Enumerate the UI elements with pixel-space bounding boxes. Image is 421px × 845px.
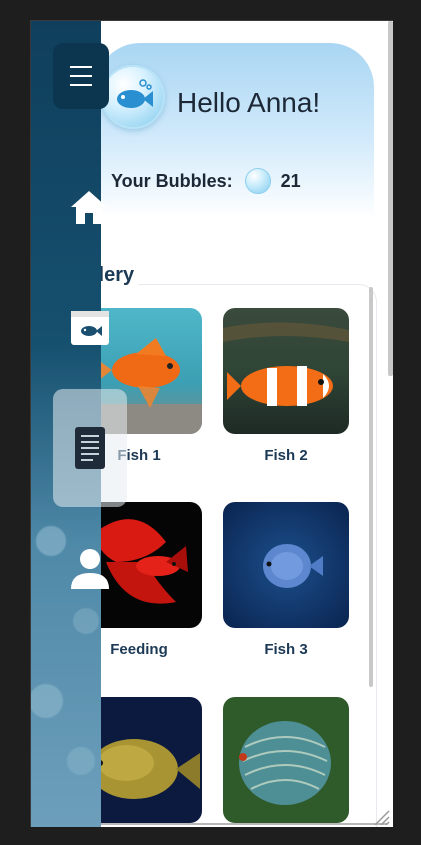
gallery-scrollbar[interactable] <box>369 287 373 687</box>
notes-icon <box>75 427 105 469</box>
gallery-tile-fish-2[interactable]: Fish 2 <box>223 308 349 464</box>
gallery-tile-6[interactable] <box>223 697 349 827</box>
tile-caption: Fish 2 <box>264 447 308 464</box>
nav-aquarium[interactable] <box>69 309 111 352</box>
aquarium-icon <box>71 311 109 345</box>
fish-icon <box>117 79 153 108</box>
fish-bubble-logo <box>101 65 165 129</box>
bubbles-count: 21 <box>280 170 301 191</box>
clownfish-image <box>223 308 349 434</box>
resize-grip-icon[interactable] <box>373 809 391 825</box>
blue-discus-image <box>223 502 349 628</box>
nav-profile[interactable] <box>69 547 111 596</box>
patterned-discus-image <box>223 697 349 823</box>
hamburger-line <box>70 75 92 77</box>
menu-toggle-button[interactable] <box>53 43 109 109</box>
app-window: Hello Anna! Your Bubbles: 21 llery Fish … <box>30 20 393 827</box>
gallery-tile-fish-3[interactable]: Fish 3 <box>223 502 349 658</box>
page-scrollbar[interactable] <box>388 21 393 376</box>
bubble-icon <box>244 168 271 194</box>
hamburger-line <box>70 66 92 68</box>
hamburger-line <box>70 84 92 86</box>
nav-notes[interactable] <box>74 426 106 475</box>
tile-caption: Fish 3 <box>264 641 308 658</box>
profile-icon <box>71 549 109 589</box>
nav-home[interactable] <box>69 187 109 232</box>
bubbles-balance: Your Bubbles: 21 <box>111 168 301 194</box>
greeting-title: Hello Anna! <box>177 87 321 118</box>
home-icon <box>71 191 107 224</box>
bubbles-label: Your Bubbles: <box>111 170 233 191</box>
